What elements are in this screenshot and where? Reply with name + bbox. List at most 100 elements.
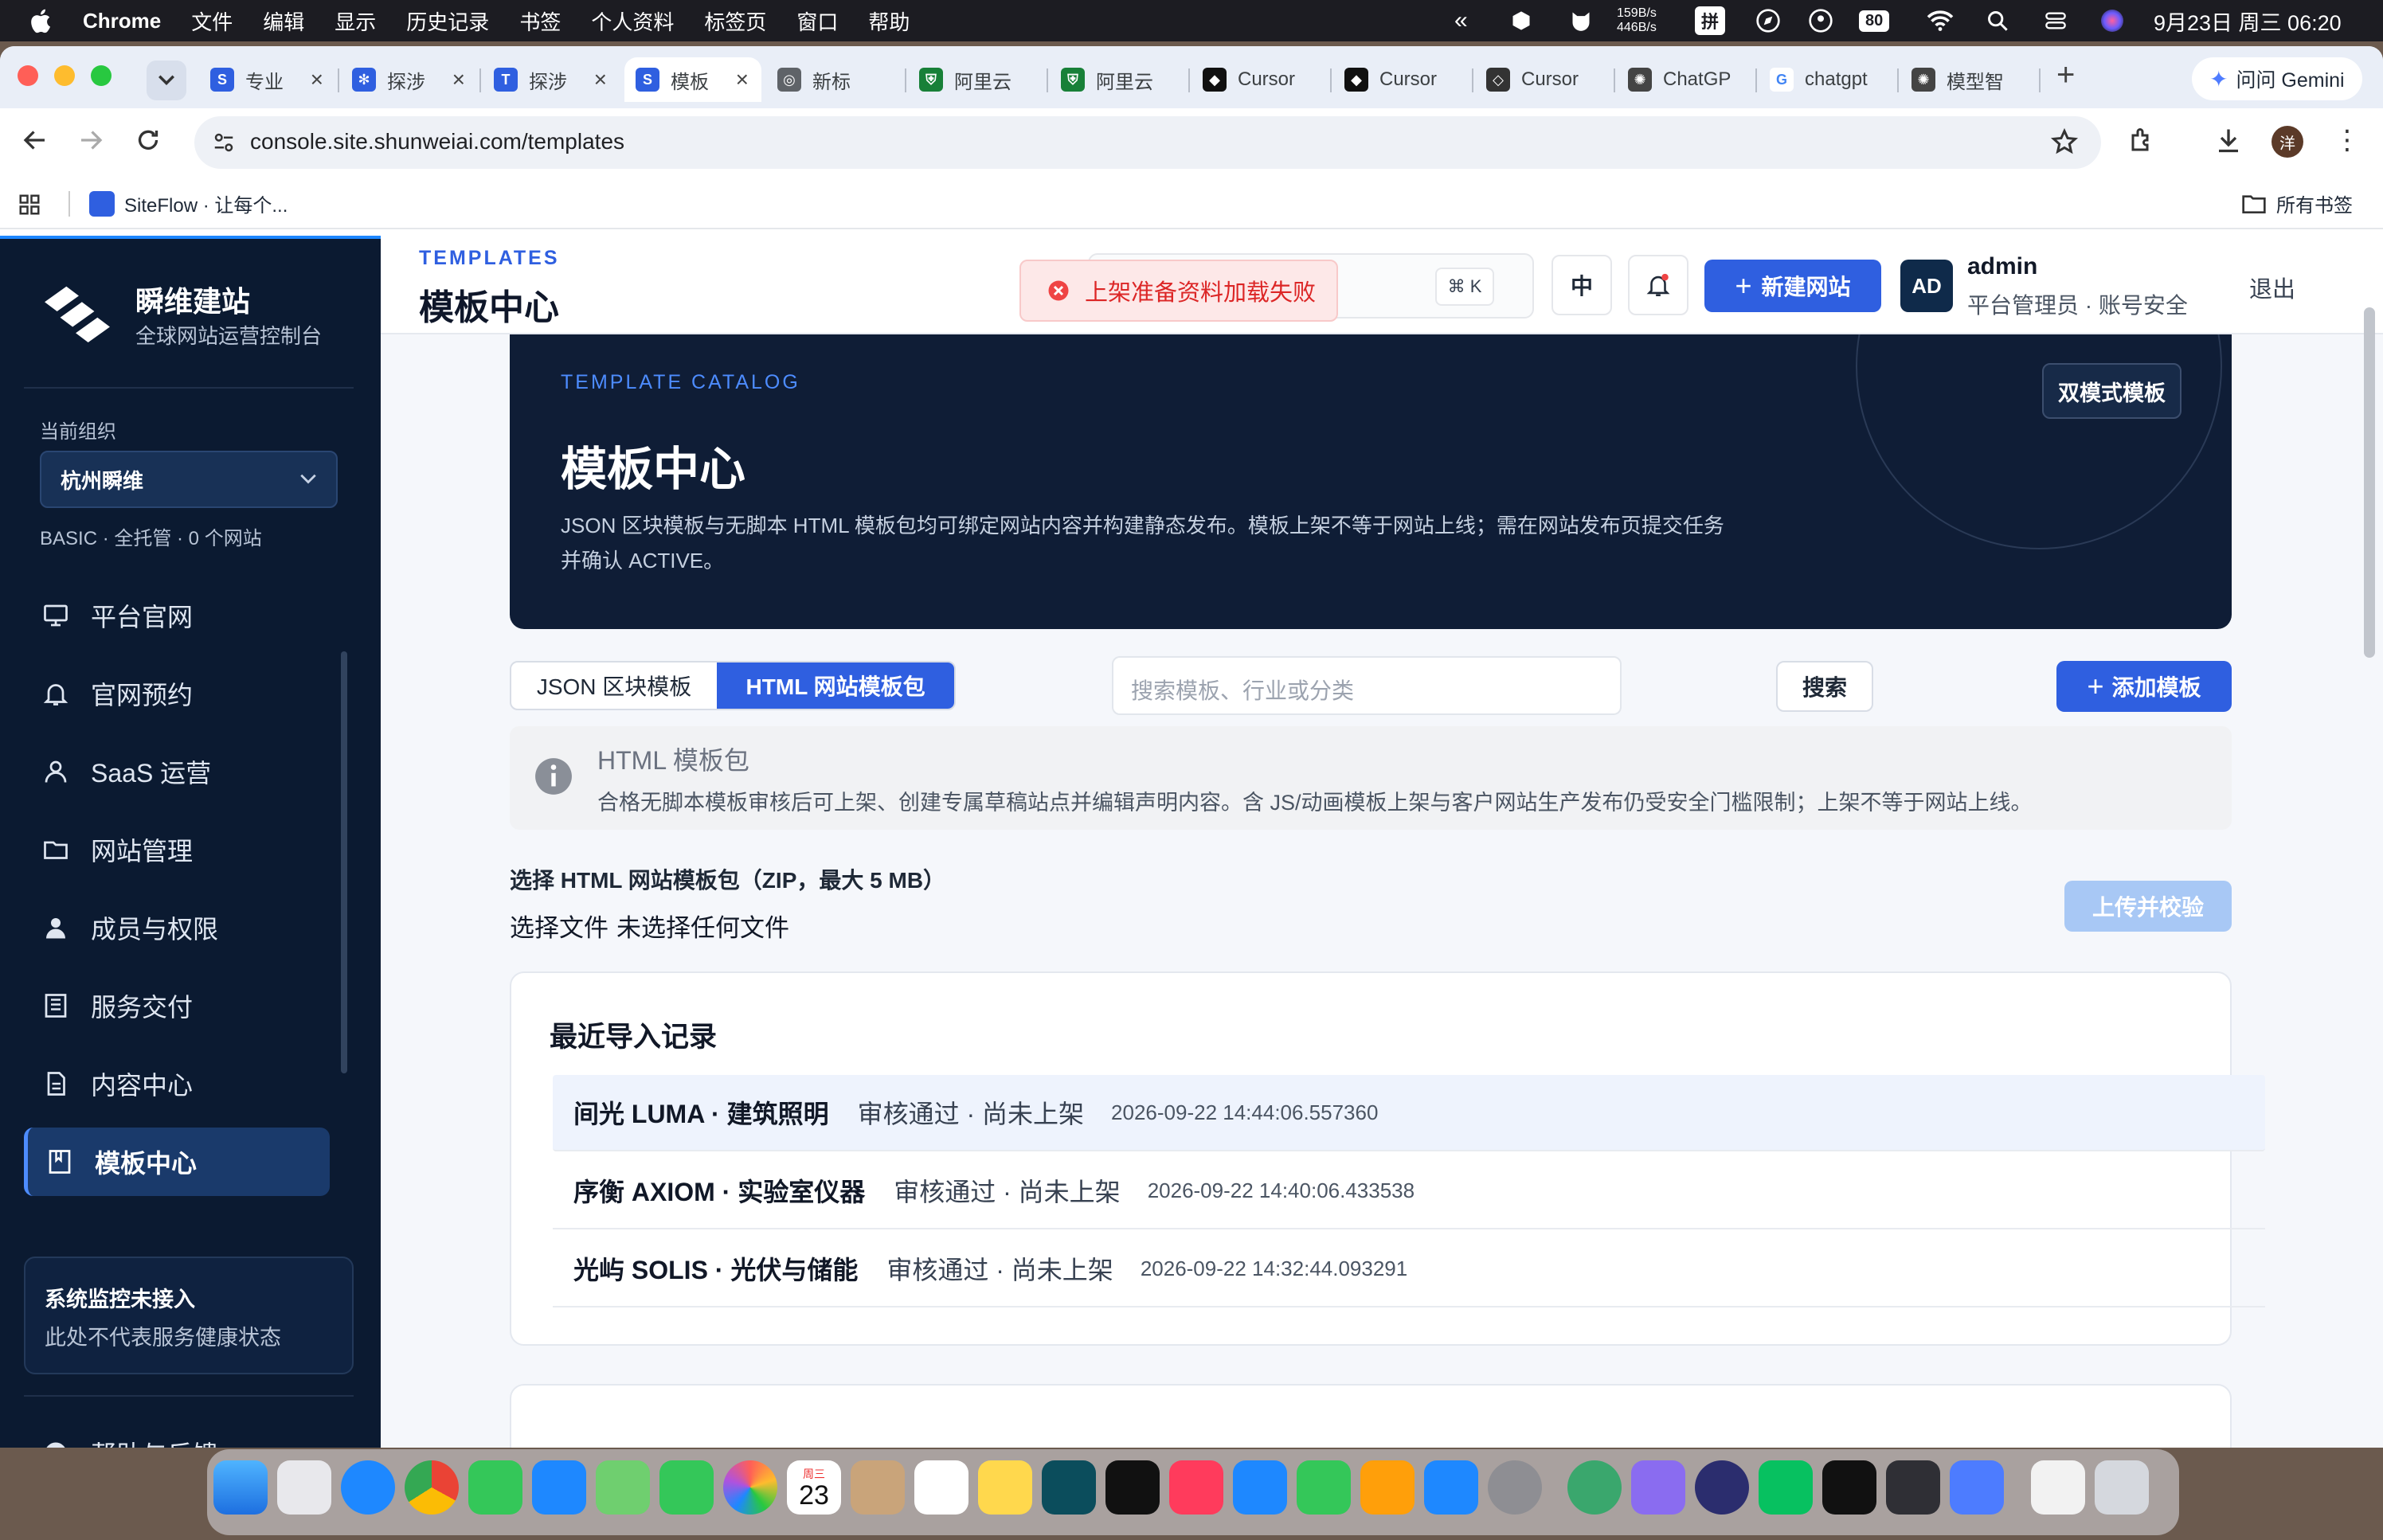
bookmark-siteflow[interactable]: SiteFlow · 让每个...: [89, 190, 288, 217]
sidebar-item-booking[interactable]: 官网预约: [24, 659, 330, 728]
app-icon[interactable]: [1567, 1460, 1622, 1515]
photos-icon[interactable]: [723, 1460, 777, 1515]
battery-indicator[interactable]: 80: [1859, 0, 1890, 41]
browser-tab[interactable]: ✺ 模型智: [1900, 57, 2037, 102]
freeform-icon[interactable]: [1042, 1460, 1096, 1515]
cube-icon[interactable]: [1510, 0, 1532, 41]
system-settings-icon[interactable]: [1488, 1460, 1542, 1515]
chrome-icon[interactable]: [405, 1460, 459, 1515]
app-icon[interactable]: [1950, 1460, 2004, 1515]
compass-icon[interactable]: [1755, 0, 1781, 41]
menu-file[interactable]: 文件: [191, 6, 233, 36]
numbers-icon[interactable]: [1297, 1460, 1351, 1515]
app-store-icon[interactable]: [1424, 1460, 1478, 1515]
facetime-icon[interactable]: [659, 1460, 714, 1515]
menu-help[interactable]: 帮助: [868, 6, 910, 36]
browser-tab[interactable]: ⛨ 阿里云: [908, 57, 1045, 102]
trash-icon[interactable]: [2095, 1460, 2149, 1515]
new-tab-button[interactable]: +: [2056, 57, 2075, 93]
app-icon[interactable]: [1695, 1460, 1749, 1515]
keynote-icon[interactable]: [1233, 1460, 1287, 1515]
back-button[interactable]: [21, 126, 49, 158]
reminders-icon[interactable]: [914, 1460, 968, 1515]
menu-history[interactable]: 历史记录: [406, 6, 489, 36]
close-tab-icon[interactable]: ×: [452, 67, 465, 92]
tab-search-button[interactable]: [147, 61, 186, 100]
profile-avatar[interactable]: 洋: [2271, 126, 2303, 158]
wifi-icon[interactable]: [1926, 0, 1955, 41]
messages-icon[interactable]: [468, 1460, 522, 1515]
browser-tab[interactable]: S 专业 ×: [199, 57, 336, 102]
close-tab-icon[interactable]: ×: [736, 67, 749, 92]
browser-tab[interactable]: ⛨ 阿里云: [1050, 57, 1187, 102]
upload-validate-button[interactable]: 上传并校验: [2064, 881, 2232, 932]
menu-edit[interactable]: 编辑: [263, 6, 304, 36]
close-window-button[interactable]: [18, 65, 38, 86]
download-icon[interactable]: [2214, 126, 2243, 158]
apps-grid-icon[interactable]: [18, 193, 41, 222]
user-role[interactable]: 平台管理员 · 账号安全: [1967, 288, 2188, 320]
tab-json-blocks[interactable]: JSON 区块模板: [511, 663, 717, 709]
tab-html-packages[interactable]: HTML 网站模板包: [717, 663, 954, 709]
maps-icon[interactable]: [596, 1460, 650, 1515]
page-scrollbar[interactable]: [2364, 307, 2375, 658]
documents-stack-icon[interactable]: [2031, 1460, 2085, 1515]
site-settings-icon[interactable]: [212, 131, 236, 158]
apple-tv-icon[interactable]: [1105, 1460, 1160, 1515]
browser-tab[interactable]: ✻ 探涉 ×: [341, 57, 478, 102]
sidebar-item-saas[interactable]: SaaS 运营: [24, 737, 330, 806]
all-bookmarks[interactable]: 所有书签: [2241, 190, 2353, 217]
extensions-icon[interactable]: [2128, 126, 2157, 158]
browser-tab[interactable]: ◆ Cursor: [1192, 57, 1328, 102]
wechat-icon[interactable]: [1759, 1460, 1813, 1515]
table-row[interactable]: 间光 LUMA · 建筑照明 审核通过 · 尚未上架 2026-09-22 14…: [553, 1075, 2265, 1151]
browser-tab[interactable]: ◇ Cursor: [1475, 57, 1612, 102]
cursor-icon[interactable]: [1886, 1460, 1940, 1515]
mail-icon[interactable]: [532, 1460, 586, 1515]
calendar-icon[interactable]: 周三 23: [787, 1460, 841, 1515]
menu-window[interactable]: 窗口: [796, 6, 838, 36]
logout-link[interactable]: 退出: [2249, 271, 2295, 304]
control-center-icon[interactable]: [2044, 0, 2068, 41]
avatar[interactable]: AD: [1900, 260, 1953, 312]
sidebar-scrollbar[interactable]: [341, 651, 347, 1073]
browser-tab[interactable]: ✺ ChatGP: [1617, 57, 1754, 102]
browser-tab[interactable]: ◎ 新标: [766, 57, 903, 102]
ime-indicator[interactable]: 拼: [1695, 0, 1726, 41]
zoom-window-button[interactable]: [91, 65, 112, 86]
close-tab-icon[interactable]: ×: [594, 67, 607, 92]
pages-icon[interactable]: [1360, 1460, 1415, 1515]
sidebar-item-websites[interactable]: 网站管理: [24, 815, 330, 884]
sidebar-item-members[interactable]: 成员与权限: [24, 893, 330, 962]
app-icon[interactable]: [1631, 1460, 1685, 1515]
add-template-button[interactable]: + 添加模板: [2056, 661, 2232, 712]
more-menu-icon[interactable]: ⋮: [2334, 124, 2361, 156]
minimize-window-button[interactable]: [54, 65, 75, 86]
siri-icon[interactable]: [2101, 0, 2123, 41]
finder-icon[interactable]: [213, 1460, 268, 1515]
spotlight-icon[interactable]: [1986, 0, 2009, 41]
bookmark-star-icon[interactable]: [2050, 127, 2079, 160]
address-bar[interactable]: console.site.shunweiai.com/templates: [194, 116, 2101, 169]
sidebar-item-delivery[interactable]: 服务交付: [24, 971, 330, 1040]
help-feedback-link[interactable]: 帮助与反馈: [24, 1425, 330, 1448]
forward-button[interactable]: [76, 126, 105, 158]
notes-icon[interactable]: [978, 1460, 1032, 1515]
safari-icon[interactable]: [341, 1460, 395, 1515]
sidebar-item-platform-site[interactable]: 平台官网: [24, 581, 330, 650]
contacts-icon[interactable]: [851, 1460, 905, 1515]
search-button[interactable]: 搜索: [1776, 661, 1873, 712]
menu-view[interactable]: 显示: [335, 6, 376, 36]
close-tab-icon[interactable]: ×: [311, 67, 323, 92]
browser-tab[interactable]: ◆ Cursor: [1333, 57, 1470, 102]
browser-tab[interactable]: Gchatgpt: [1759, 57, 1896, 102]
table-row[interactable]: 序衡 AXIOM · 实验室仪器 审核通过 · 尚未上架 2026-09-22 …: [553, 1153, 2265, 1229]
chevrons-left-icon[interactable]: «: [1454, 0, 1468, 41]
menu-bookmarks[interactable]: 书签: [519, 6, 561, 36]
browser-tab[interactable]: T 探涉 ×: [483, 57, 620, 102]
sidebar-item-content[interactable]: 内容中心: [24, 1049, 330, 1118]
tiktok-icon[interactable]: [1822, 1460, 1876, 1515]
menu-profile[interactable]: 个人资料: [591, 6, 674, 36]
template-search-input[interactable]: 搜索模板、行业或分类: [1112, 656, 1622, 715]
gemini-button[interactable]: ✦ 问问 Gemini: [2192, 57, 2362, 100]
